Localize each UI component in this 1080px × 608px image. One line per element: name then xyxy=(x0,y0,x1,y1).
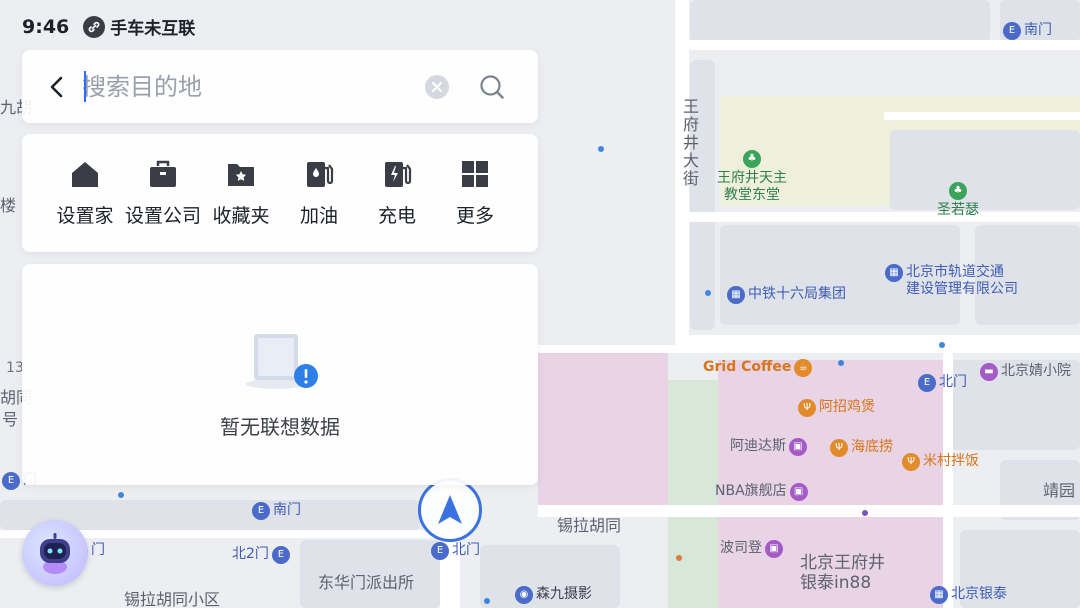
text-caret xyxy=(84,71,86,102)
map-poi[interactable]: ☕ Grid Coffee xyxy=(703,359,813,377)
gate-icon: E xyxy=(431,542,449,560)
shopping-icon: ▣ xyxy=(789,438,807,456)
map-label-lou: 楼 xyxy=(0,196,17,215)
close-icon xyxy=(432,82,442,92)
restaurant-icon: Ψ xyxy=(798,399,816,417)
map-poi[interactable]: ♣ 王府井天主 教堂东堂 xyxy=(717,150,787,204)
suggestions-panel: 暂无联想数据 xyxy=(22,264,538,485)
map-poi[interactable]: E 北门 xyxy=(431,542,480,560)
clock: 9:46 xyxy=(22,15,70,38)
map-poi[interactable]: ▦ 北京银泰 xyxy=(930,586,1007,604)
search-icon xyxy=(480,75,504,99)
map-poi[interactable]: ◉ 森九摄影 xyxy=(515,586,592,604)
fuel-button[interactable]: 加油 xyxy=(280,134,358,252)
clear-button[interactable] xyxy=(425,75,449,99)
restaurant-icon: Ψ xyxy=(830,439,848,457)
map-poi[interactable]: ▣ NBA旗舰店 xyxy=(715,483,808,501)
map-label-hao: 号 xyxy=(2,410,19,429)
favorites-button[interactable]: 收藏夹 xyxy=(202,134,280,252)
chevron-left-icon xyxy=(50,76,63,98)
set-home-button[interactable]: 设置家 xyxy=(46,134,124,252)
map-poi[interactable]: Ψ 米村拌饭 xyxy=(902,453,979,471)
phone-link-text: 手车未互联 xyxy=(110,19,196,39)
map-poi[interactable]: ▦ 中铁十六局集团 xyxy=(727,286,846,304)
current-location-marker xyxy=(418,478,482,542)
map-poi[interactable]: E 南门 xyxy=(252,502,301,520)
navigation-arrow-icon xyxy=(438,495,462,524)
robot-assistant-icon xyxy=(40,533,70,574)
empty-state-text: 暂无联想数据 xyxy=(220,415,340,439)
gate-icon: E xyxy=(252,502,270,520)
gate-icon: E xyxy=(271,546,290,564)
set-company-button[interactable]: 设置公司 xyxy=(124,134,202,252)
map-poi[interactable]: ▦ 北京市轨道交通 建设管理有限公司 xyxy=(885,264,1018,298)
quick-actions: 设置家 设置公司 收藏夹 加油 充电 更多 xyxy=(22,134,538,252)
link-icon xyxy=(83,15,106,38)
gate-icon: E xyxy=(2,472,20,490)
more-button[interactable]: 更多 xyxy=(436,134,514,252)
charging-icon xyxy=(385,161,412,187)
coffee-icon: ☕ xyxy=(794,359,813,377)
gate-icon: E xyxy=(1003,22,1021,40)
map-label-jingyuan: 靖园 xyxy=(1043,481,1076,500)
empty-state-icon xyxy=(240,330,320,394)
camera-icon: ◉ xyxy=(515,586,533,604)
phone-link-status[interactable]: 手车未互联 xyxy=(83,14,195,39)
gate-icon: E xyxy=(918,374,936,392)
building-icon: ▦ xyxy=(885,264,903,282)
map-label-xila-xiaoqu: 锡拉胡同小区 xyxy=(124,590,221,608)
shopping-icon: ▣ xyxy=(789,483,808,501)
search-button[interactable] xyxy=(477,72,507,102)
charging-button[interactable]: 充电 xyxy=(358,134,436,252)
map-poi[interactable]: Ψ 海底捞 xyxy=(830,439,893,457)
voice-assistant-button[interactable] xyxy=(22,520,88,586)
map-poi[interactable]: Ψ 阿招鸡煲 xyxy=(798,399,875,417)
map-poi[interactable]: ▣ 波司登 xyxy=(720,540,783,558)
briefcase-icon xyxy=(150,160,176,187)
map-label-yintai: 北京王府井 银泰in88 xyxy=(800,553,885,593)
map-label-wangfujing-street: 王府井大街 xyxy=(680,98,699,188)
status-bar: 9:46 手车未互联 xyxy=(22,14,195,39)
map-label-donghuamen: 东华门派出所 xyxy=(318,573,415,592)
restaurant-icon: Ψ xyxy=(902,453,920,471)
shopping-icon: ▣ xyxy=(765,540,783,558)
back-button[interactable] xyxy=(40,70,74,104)
building-icon: ▦ xyxy=(727,286,745,304)
map-label-xila-hutong: 锡拉胡同 xyxy=(557,516,622,535)
tree-icon: ♣ xyxy=(743,150,761,168)
tree-icon: ♣ xyxy=(949,182,967,200)
map-poi[interactable]: E 北2门 xyxy=(232,546,290,564)
building-icon: ▦ xyxy=(930,586,948,604)
map-poi[interactable]: E 南门 xyxy=(1003,22,1052,40)
map-poi[interactable]: ▣ 阿迪达斯 xyxy=(730,438,807,456)
home-icon xyxy=(72,161,98,187)
favorite-folder-icon xyxy=(228,163,254,186)
search-bar xyxy=(22,50,538,123)
grid-more-icon xyxy=(462,160,488,187)
hotel-icon: ▬ xyxy=(980,363,998,381)
map-poi[interactable]: ▬ 北京婧小院 xyxy=(980,363,1071,381)
fuel-icon xyxy=(307,161,334,187)
search-input[interactable] xyxy=(82,68,412,106)
map-poi[interactable]: ♣ 圣若瑟 xyxy=(937,182,979,219)
map-poi[interactable]: E 北门 xyxy=(918,374,967,392)
